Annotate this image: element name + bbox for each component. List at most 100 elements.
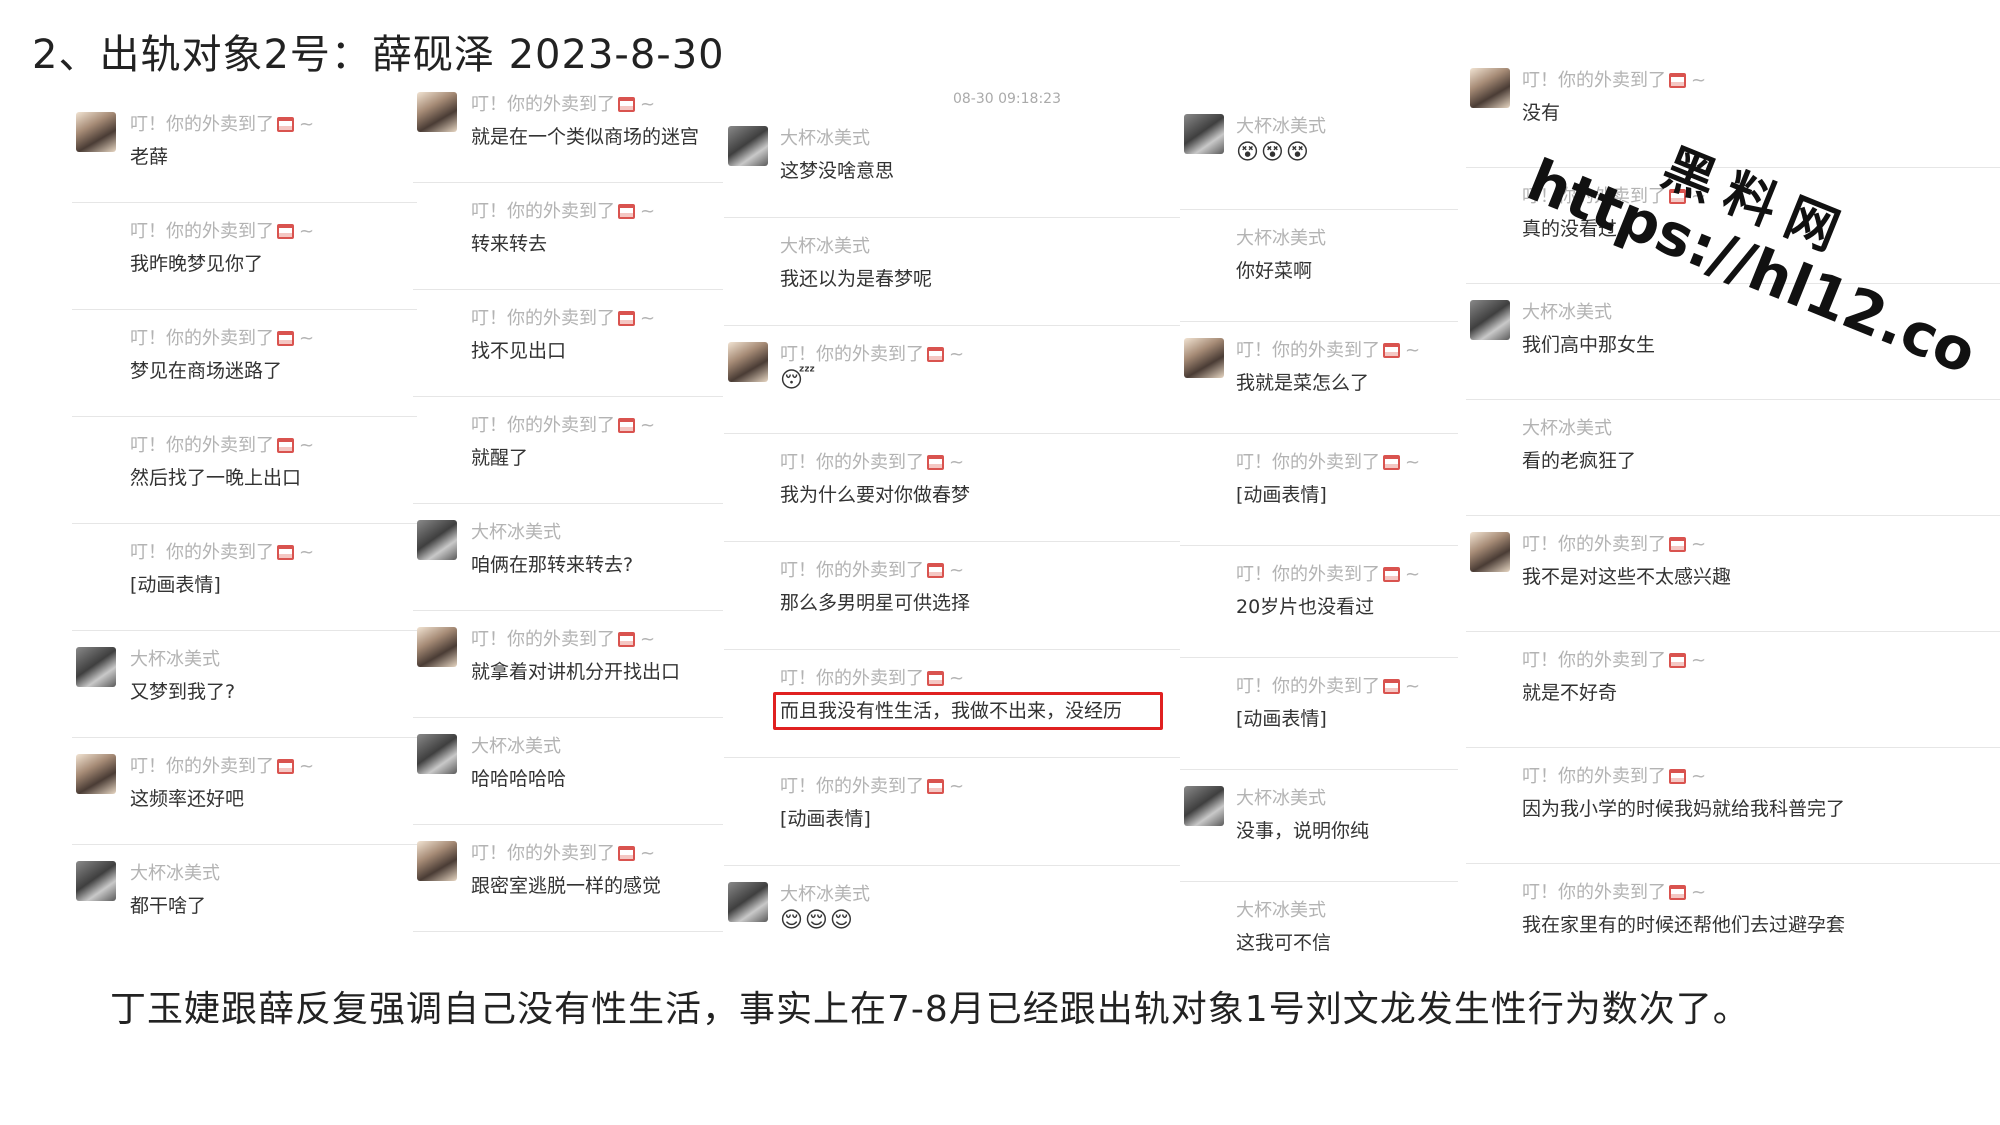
list-item: 叮！你的外卖到了 ~ [动画表情] (1180, 658, 1458, 770)
takeout-bag-icon (618, 632, 635, 647)
avatar[interactable] (417, 627, 457, 667)
list-item: 叮！你的外卖到了 ~ 我为什么要对你做春梦 (724, 434, 1180, 542)
list-item: 大杯冰美式 哈哈哈哈哈 (413, 718, 723, 825)
list-item: 叮！你的外卖到了 ~ 跟密室逃脱一样的感觉 (413, 825, 723, 932)
message-text: 看的老疯狂了 (1522, 450, 1637, 472)
takeout-bag-icon (927, 563, 944, 578)
avatar[interactable] (1470, 532, 1510, 572)
message-text: 20岁片也没看过 (1236, 596, 1375, 618)
list-item: 叮！你的外卖到了 ~ 那么多男明星可供选择 (724, 542, 1180, 650)
sender-name: 叮！你的外卖到了 ~ (1236, 340, 1421, 361)
sender-name: 叮！你的外卖到了 ~ (780, 452, 965, 473)
avatar[interactable] (728, 342, 768, 382)
list-item: 叮！你的外卖到了 ~ 我不是对这些不太感兴趣 (1466, 516, 2000, 632)
list-item: 大杯冰美式 😵😵😵 (1180, 98, 1458, 210)
list-item: 叮！你的外卖到了 ~ [动画表情] (1180, 434, 1458, 546)
avatar[interactable] (76, 647, 116, 687)
message-text: 转来转去 (471, 233, 548, 255)
list-item: 大杯冰美式 咱俩在那转来转去? (413, 504, 723, 611)
message-text: 这频率还好吧 (130, 788, 245, 810)
message-text: 我不是对这些不太感兴趣 (1522, 566, 1732, 588)
avatar[interactable] (1184, 338, 1224, 378)
avatar[interactable] (417, 92, 457, 132)
list-item: 大杯冰美式 😌😌😌 (724, 866, 1180, 974)
list-item: 叮！你的外卖到了 ~ 梦见在商场迷路了 (72, 310, 417, 417)
avatar[interactable] (728, 882, 768, 922)
message-text: 我昨晚梦见你了 (130, 253, 264, 275)
message-text: 我就是菜怎么了 (1236, 372, 1370, 394)
avatar[interactable] (1470, 300, 1510, 340)
list-item: 大杯冰美式 看的老疯狂了 (1466, 400, 2000, 516)
sender-name: 大杯冰美式 (1236, 228, 1326, 249)
list-item: 大杯冰美式 又梦到我了? (72, 631, 417, 738)
list-item: 叮！你的外卖到了 ~ 我昨晚梦见你了 (72, 203, 417, 310)
avatar[interactable] (76, 112, 116, 152)
list-item: 叮！你的外卖到了 ~ 就醒了 (413, 397, 723, 504)
message-text: 就醒了 (471, 447, 529, 469)
sender-name: 叮！你的外卖到了 ~ (471, 201, 656, 222)
list-item: 叮！你的外卖到了 ~ [动画表情] (72, 524, 417, 631)
takeout-bag-icon (927, 347, 944, 362)
takeout-bag-icon (1383, 455, 1400, 470)
takeout-bag-icon (277, 331, 294, 346)
sender-name: 叮！你的外卖到了 ~ (1522, 766, 1707, 787)
sender-name: 大杯冰美式 (1236, 900, 1326, 921)
avatar[interactable] (417, 734, 457, 774)
list-item: 叮！你的外卖到了 ~ 就是在一个类似商场的迷宫 (413, 76, 723, 183)
takeout-bag-icon (927, 779, 944, 794)
message-text: 梦见在商场迷路了 (130, 360, 283, 382)
chat-column-2: 叮！你的外卖到了 ~ 就是在一个类似商场的迷宫 叮！你的外卖到了 ~ 转来转去 叮！你的… (413, 76, 723, 932)
sender-name: 叮！你的外卖到了 ~ (780, 560, 965, 581)
sender-name: 叮！你的外卖到了 ~ (130, 114, 315, 135)
list-item: 叮！你的外卖到了 ~ 老薛 (72, 96, 417, 203)
message-text: 跟密室逃脱一样的感觉 (471, 875, 662, 897)
sender-name: 叮！你的外卖到了 ~ (1522, 650, 1707, 671)
takeout-bag-icon (618, 418, 635, 433)
message-timestamp: 08-30 09:18:23 (952, 91, 1061, 107)
chat-column-4: 大杯冰美式 😵😵😵 大杯冰美式 你好菜啊 叮！你的外卖到了 ~ 我就是菜怎么了 叮！你的… (1180, 98, 1458, 994)
takeout-bag-icon (277, 117, 294, 132)
message-text: [动画表情] (780, 808, 871, 830)
page-title: 2、出轨对象2号：薛砚泽 2023-8-30 (32, 32, 725, 78)
sender-name: 叮！你的外卖到了 ~ (1236, 452, 1421, 473)
list-item: 大杯冰美式这我可不信 (1180, 882, 1458, 994)
message-text: 找不见出口 (471, 340, 567, 362)
takeout-bag-icon (1383, 567, 1400, 582)
list-item: 大杯冰美式 这梦没啥意思 (724, 110, 1180, 218)
message-text: 哈哈哈哈哈 (471, 768, 567, 790)
avatar[interactable] (76, 861, 116, 901)
sender-name: 大杯冰美式 (1236, 116, 1326, 137)
takeout-bag-icon (1383, 343, 1400, 358)
avatar[interactable] (728, 126, 768, 166)
message-text: 然后找了一晚上出口 (130, 467, 302, 489)
sender-name: 大杯冰美式 (780, 128, 870, 149)
message-text: [动画表情] (1236, 708, 1327, 730)
sender-name: 叮！你的外卖到了 ~ (130, 221, 315, 242)
takeout-bag-icon (1669, 73, 1686, 88)
sender-name: 叮！你的外卖到了 ~ (780, 776, 965, 797)
avatar[interactable] (1184, 786, 1224, 826)
takeout-bag-icon (1383, 679, 1400, 694)
avatar[interactable] (76, 754, 116, 794)
avatar[interactable] (1470, 68, 1510, 108)
list-item: 叮！你的外卖到了 ~ 找不见出口 (413, 290, 723, 397)
avatar[interactable] (417, 520, 457, 560)
takeout-bag-icon (1669, 537, 1686, 552)
sender-name: 叮！你的外卖到了 ~ (471, 843, 656, 864)
message-text: 这我可不信 (1236, 932, 1332, 954)
message-text: 我们高中那女生 (1522, 334, 1656, 356)
message-text: 我为什么要对你做春梦 (780, 484, 971, 506)
sender-name: 叮！你的外卖到了 ~ (1236, 564, 1421, 585)
avatar[interactable] (417, 841, 457, 881)
sender-name: 大杯冰美式 (130, 649, 220, 670)
takeout-bag-icon (277, 545, 294, 560)
list-item: 叮！你的外卖到了 ~ 😴 (724, 326, 1180, 434)
message-text: 那么多男明星可供选择 (780, 592, 971, 614)
takeout-bag-icon (277, 438, 294, 453)
message-text: [动画表情] (130, 574, 221, 596)
message-text: 你好菜啊 (1236, 260, 1313, 282)
avatar[interactable] (1184, 114, 1224, 154)
list-item: 大杯冰美式 没事，说明你纯 (1180, 770, 1458, 882)
sender-name: 大杯冰美式 (1522, 302, 1612, 323)
sender-name: 大杯冰美式 (471, 522, 561, 543)
